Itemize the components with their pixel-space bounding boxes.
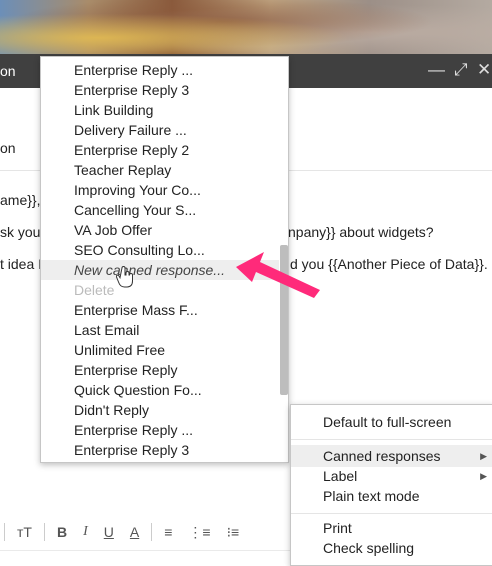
compose-title: on bbox=[0, 63, 16, 79]
canned-item-improving-your-co[interactable]: Improving Your Co... bbox=[74, 181, 201, 199]
body-text-line-1: ame}}, bbox=[0, 192, 41, 208]
numbered-list-button[interactable]: ⋮≡ bbox=[180, 522, 218, 542]
option-plain-text-mode[interactable]: Plain text mode bbox=[323, 487, 420, 505]
option-print[interactable]: Print bbox=[323, 519, 352, 537]
canned-item-enterprise-mass[interactable]: Enterprise Mass F... bbox=[74, 301, 198, 319]
toolbar-divider bbox=[151, 523, 153, 541]
toolbar-divider bbox=[43, 523, 45, 541]
body-text-line-3-left: t idea I' bbox=[0, 256, 45, 272]
bulleted-list-button[interactable]: ⁝≡ bbox=[219, 522, 248, 542]
underline-button[interactable]: U bbox=[96, 522, 122, 542]
compose-footer bbox=[0, 550, 300, 565]
canned-item-enterprise-reply[interactable]: Enterprise Reply bbox=[74, 361, 178, 379]
align-button[interactable]: ≡ bbox=[156, 522, 180, 542]
subject-field[interactable]: on bbox=[0, 140, 16, 156]
canned-item-seo-consulting[interactable]: SEO Consulting Lo... bbox=[74, 241, 205, 259]
expand-icon[interactable]: ⤢ bbox=[454, 60, 468, 80]
options-divider bbox=[291, 439, 492, 440]
canned-item-va-job-offer[interactable]: VA Job Offer bbox=[74, 221, 152, 239]
canned-item-enterprise-reply-3-b[interactable]: Enterprise Reply 3 bbox=[74, 441, 189, 459]
canned-item-quick-question[interactable]: Quick Question Fo... bbox=[74, 381, 202, 399]
canned-item-link-building[interactable]: Link Building bbox=[74, 101, 153, 119]
canned-item-delete: Delete bbox=[74, 282, 115, 298]
toolbar-divider bbox=[4, 523, 5, 541]
option-label[interactable]: Label bbox=[323, 467, 357, 485]
canned-item-enterprise-reply-2[interactable]: Enterprise Reply 2 bbox=[74, 141, 189, 159]
font-size-button[interactable]: тT bbox=[9, 522, 40, 542]
body-text-line-2-right: npany}} about widgets? bbox=[288, 224, 434, 240]
close-icon[interactable]: ✕ bbox=[477, 60, 491, 80]
canned-item-new-canned-response[interactable]: New canned response... bbox=[74, 261, 225, 279]
option-check-spelling[interactable]: Check spelling bbox=[323, 539, 414, 557]
formatting-toolbar: тT B I U A ≡ ⋮≡ ⁝≡ bbox=[0, 514, 300, 550]
submenu-arrow-icon: ▶ bbox=[480, 471, 487, 481]
text-color-button[interactable]: A bbox=[122, 522, 147, 542]
canned-item-unlimited-free[interactable]: Unlimited Free bbox=[74, 341, 165, 359]
hand-cursor-icon bbox=[116, 266, 133, 288]
annotation-arrow-icon bbox=[236, 252, 320, 298]
canned-item-last-email[interactable]: Last Email bbox=[74, 321, 139, 339]
italic-button[interactable]: I bbox=[75, 522, 96, 542]
option-canned-responses[interactable]: Canned responses bbox=[323, 447, 441, 465]
canned-item-didnt-reply[interactable]: Didn't Reply bbox=[74, 401, 149, 419]
options-divider bbox=[291, 513, 492, 514]
canned-item-enterprise-reply-ellipsis-2[interactable]: Enterprise Reply ... bbox=[74, 421, 193, 439]
canned-item-enterprise-reply-ellipsis[interactable]: Enterprise Reply ... bbox=[74, 61, 193, 79]
canned-item-cancelling-your-s[interactable]: Cancelling Your S... bbox=[74, 201, 196, 219]
option-default-full-screen[interactable]: Default to full-screen bbox=[323, 413, 451, 431]
canned-item-delivery-failure[interactable]: Delivery Failure ... bbox=[74, 121, 187, 139]
bold-button[interactable]: B bbox=[49, 522, 75, 542]
header-photo-banner bbox=[0, 0, 492, 54]
minimize-icon[interactable]: — bbox=[428, 60, 445, 80]
canned-item-enterprise-reply-3[interactable]: Enterprise Reply 3 bbox=[74, 81, 189, 99]
body-text-line-2-left: sk you bbox=[0, 224, 41, 240]
canned-item-teacher-replay[interactable]: Teacher Replay bbox=[74, 161, 171, 179]
more-options-menu: Default to full-screen Canned responses … bbox=[290, 404, 492, 566]
submenu-arrow-icon: ▶ bbox=[480, 451, 487, 461]
